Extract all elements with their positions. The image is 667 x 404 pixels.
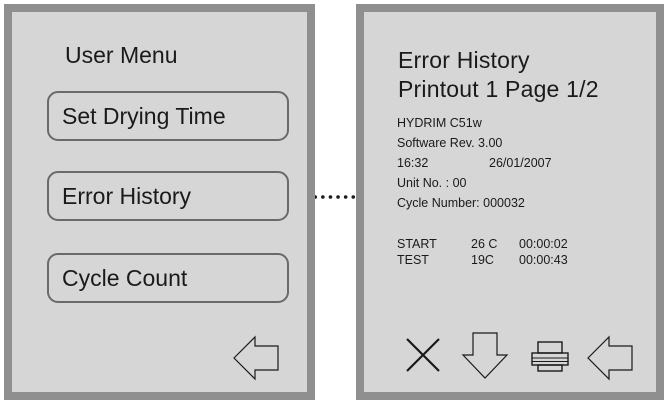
set-drying-time-button[interactable]: Set Drying Time [47, 91, 289, 141]
print-date: 26/01/2007 [489, 156, 552, 170]
log-event: TEST [397, 253, 429, 267]
print-time: 16:32 [397, 156, 429, 170]
error-history-screen: Error History Printout 1 Page 1/2 HYDRIM… [356, 4, 664, 400]
cycle-count-button[interactable]: Cycle Count [47, 253, 289, 303]
log-time: 00:00:43 [519, 253, 568, 267]
user-menu-screen: User Menu Set Drying Time Error History … [4, 4, 315, 400]
back-arrow-icon[interactable] [586, 334, 634, 382]
model-name: HYDRIM C51w [397, 116, 482, 130]
close-icon[interactable] [403, 335, 443, 375]
software-version: Software Rev. 3.00 [397, 136, 503, 150]
printer-icon[interactable] [530, 341, 570, 373]
back-arrow-icon[interactable] [232, 334, 280, 382]
error-history-title: Error History [398, 47, 530, 73]
user-menu-title: User Menu [65, 42, 178, 68]
cycle-number: Cycle Number: 000032 [397, 196, 525, 210]
unit-number: Unit No. : 00 [397, 176, 467, 190]
log-event: START [397, 237, 437, 251]
printout-page-indicator: Printout 1 Page 1/2 [398, 76, 599, 102]
log-temp: 26 C [471, 237, 498, 251]
log-row: TEST 19C 00:00:43 [397, 253, 637, 269]
log-temp: 19C [471, 253, 494, 267]
down-arrow-icon[interactable] [461, 331, 509, 381]
log-time: 00:00:02 [519, 237, 568, 251]
log-row: START 26 C 00:00:02 [397, 237, 637, 253]
error-history-button[interactable]: Error History [47, 171, 289, 221]
